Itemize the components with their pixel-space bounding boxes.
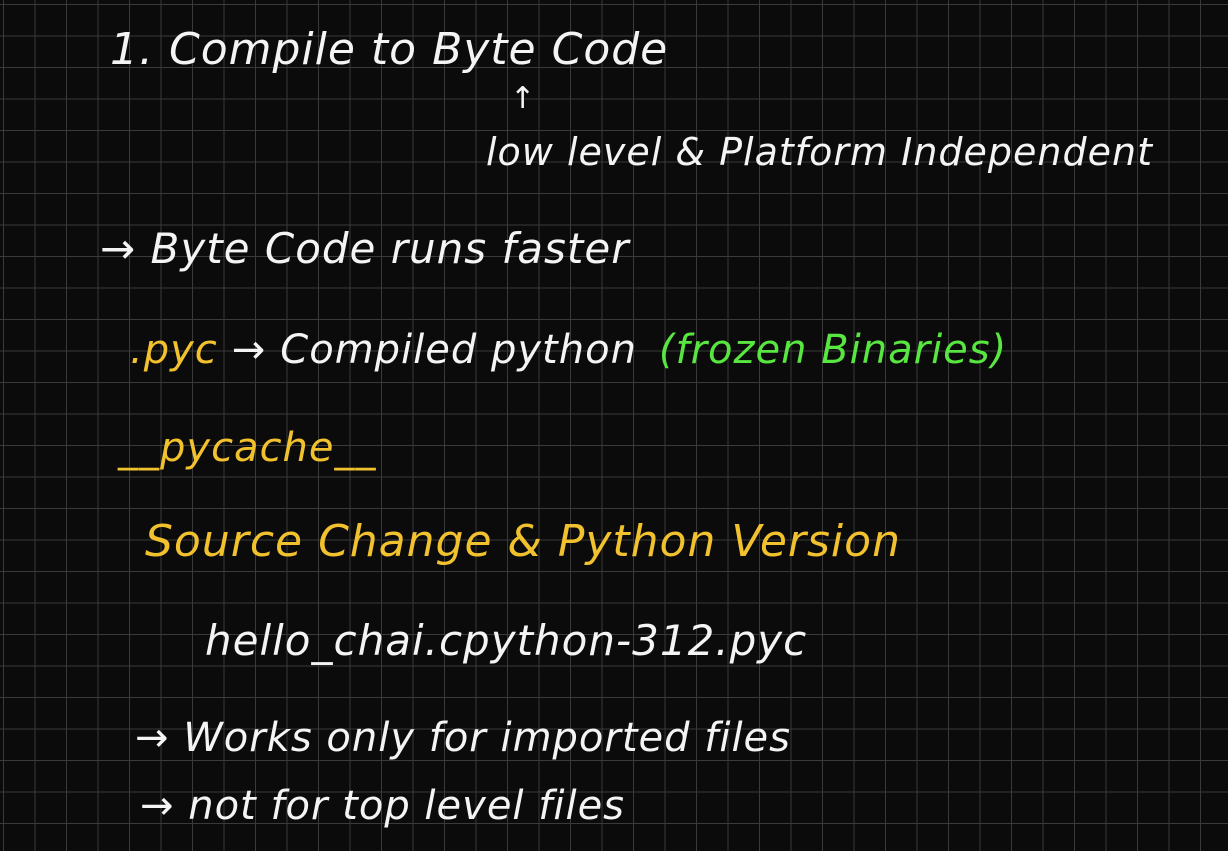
note-filename-example: hello_chai.cpython-312.pyc	[205, 616, 808, 665]
pyc-extension: .pyc	[130, 327, 218, 373]
note-pyc-compiled-python: .pyc → Compiled python (frozen Binaries)	[130, 330, 1007, 370]
note-source-change-python-version: Source Change & Python Version	[145, 516, 901, 567]
arrow-up-icon: ↑	[510, 81, 537, 116]
compiled-python-text: Compiled python	[280, 327, 637, 373]
note-not-top-level-files: → not for top level files	[140, 783, 626, 829]
heading-compile-to-byte-code: 1. Compile to Byte Code	[110, 24, 669, 75]
frozen-binaries-text: (frozen Binaries)	[658, 327, 1008, 373]
whiteboard-canvas: 1. Compile to Byte Code ↑ low level & Pl…	[0, 0, 1228, 851]
note-byte-code-runs-faster: → Byte Code runs faster	[100, 224, 630, 273]
note-low-level-platform-independent: low level & Platform Independent	[486, 130, 1153, 174]
arrow-right-icon: →	[231, 327, 267, 373]
note-pycache: __pycache__	[118, 425, 377, 471]
note-works-only-imported-files: → Works only for imported files	[135, 715, 791, 761]
